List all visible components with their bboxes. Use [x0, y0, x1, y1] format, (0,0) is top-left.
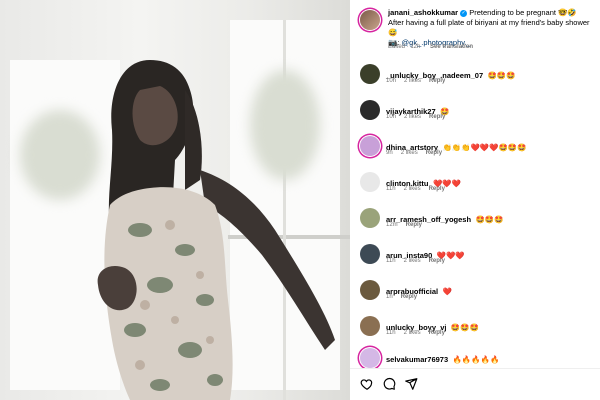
person-silhouette — [97, 60, 335, 400]
comment-row: clinton.kittu ❤️❤️❤️ 11h 2 likes Reply — [350, 168, 600, 204]
verified-badge-icon: ✓ — [460, 9, 468, 17]
comment-row: unlucky_boyy_vj 🤩🤩🤩 11h 2 likes Reply — [350, 312, 600, 348]
comment-row: dhina_artstory 👏👏👏❤️❤️❤️🤩🤩🤩 9h 2 likes Rep… — [350, 132, 600, 168]
comment-row: arprabuofficial ❤️ 1h Reply — [350, 276, 600, 312]
comment-likes[interactable]: 2 likes — [401, 150, 418, 156]
avatar[interactable] — [360, 100, 380, 120]
heart-icon[interactable] — [360, 377, 374, 391]
comment-text: 🤩🤩🤩 — [475, 215, 504, 224]
comment-likes[interactable]: 2 likes — [404, 186, 421, 192]
comment-text: ❤️ — [442, 287, 452, 296]
see-translation-link[interactable]: See translation — [430, 44, 473, 50]
post-caption: janani_ashokkumar ✓ Pretending to be pre… — [350, 0, 600, 60]
comment-icon[interactable] — [382, 377, 396, 391]
comment-time: 11h — [386, 258, 396, 264]
comment-time: 12m — [386, 222, 398, 228]
comment-time: 9h — [386, 150, 393, 156]
avatar[interactable] — [360, 136, 380, 156]
comment-likes[interactable]: 2 likes — [404, 330, 421, 336]
reply-button[interactable]: Reply — [406, 222, 422, 228]
caption-edited-time: Edited · 12h — [388, 44, 421, 50]
reply-button[interactable]: Reply — [429, 186, 445, 192]
action-bar — [350, 368, 600, 400]
avatar[interactable] — [360, 208, 380, 228]
comment-time: 1h — [386, 294, 393, 300]
comment-likes[interactable]: 2 likes — [404, 78, 421, 84]
comment-row: arun_insta90 ❤️❤️❤️ 11h 2 likes Reply — [350, 240, 600, 276]
comment-text: 🔥🔥🔥🔥🔥 — [452, 355, 500, 364]
reply-button[interactable]: Reply — [429, 78, 445, 84]
avatar[interactable] — [360, 244, 380, 264]
comment-time: 10h — [386, 114, 397, 120]
reply-button[interactable]: Reply — [429, 330, 445, 336]
avatar[interactable] — [360, 10, 380, 30]
comment-row: vijaykarthik27 🤩 10h 2 likes Reply — [350, 96, 600, 132]
reply-button[interactable]: Reply — [429, 258, 445, 264]
comment-time: 11h — [386, 330, 396, 336]
avatar[interactable] — [360, 348, 380, 368]
comment-text: 🤩🤩🤩 — [450, 323, 479, 332]
post-photo — [0, 0, 350, 400]
reply-button[interactable]: Reply — [401, 294, 417, 300]
avatar[interactable] — [360, 172, 380, 192]
share-icon[interactable] — [404, 377, 418, 391]
comment-likes[interactable]: 2 likes — [404, 258, 421, 264]
comment-username[interactable]: selvakumar76973 — [386, 355, 448, 364]
comment-row: arr_ramesh_off_yogesh 🤩🤩🤩 12m Reply — [350, 204, 600, 240]
caption-line2: After having a full plate of biriyani at… — [388, 18, 590, 37]
comment-text: 👏👏👏❤️❤️❤️🤩🤩🤩 — [442, 143, 527, 152]
comments-panel: janani_ashokkumar ✓ Pretending to be pre… — [350, 0, 600, 400]
reply-button[interactable]: Reply — [429, 114, 445, 120]
caption-meta: Edited · 12h See translation — [388, 44, 481, 50]
comment-likes[interactable]: 2 likes — [404, 114, 421, 120]
reply-button[interactable]: Reply — [426, 150, 442, 156]
avatar[interactable] — [360, 316, 380, 336]
caption-text-block: janani_ashokkumar ✓ Pretending to be pre… — [388, 8, 598, 48]
comment-row: _unlucky_boy_.nadeem_07 🤩🤩🤩 10h 2 likes Re… — [350, 60, 600, 96]
comment-time: 11h — [386, 186, 396, 192]
comment-text: 🤩🤩🤩 — [487, 71, 516, 80]
avatar[interactable] — [360, 64, 380, 84]
caption-line1: Pretending to be pregnant 🤓🤣 — [469, 8, 577, 17]
avatar[interactable] — [360, 280, 380, 300]
caption-username[interactable]: janani_ashokkumar — [388, 8, 458, 17]
comment-time: 10h — [386, 78, 397, 84]
